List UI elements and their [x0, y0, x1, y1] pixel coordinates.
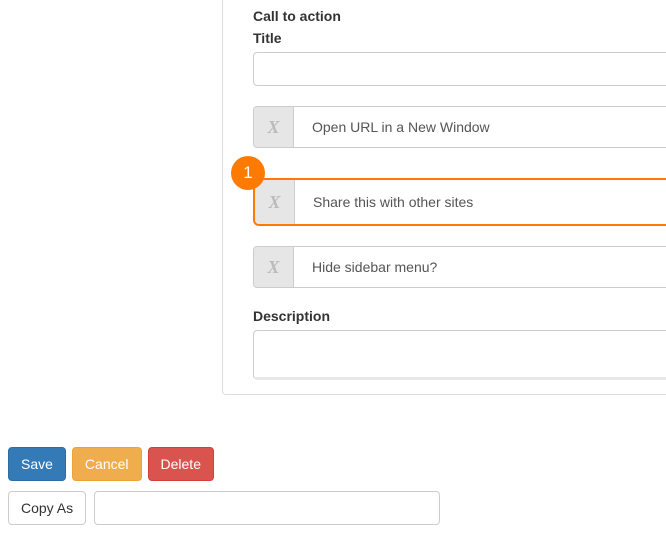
- copy-as-input[interactable]: [94, 491, 440, 525]
- copy-as-row: Copy As: [8, 491, 440, 525]
- form-panel: Call to action Title X Open URL in a New…: [222, 0, 666, 395]
- highlighted-option-wrap: 1 X Share this with other sites: [253, 178, 666, 226]
- field-label-title: Title: [253, 30, 666, 46]
- footer-actions: Save Cancel Delete Copy As: [8, 447, 440, 525]
- cancel-button[interactable]: Cancel: [72, 447, 142, 481]
- save-button[interactable]: Save: [8, 447, 66, 481]
- option-hide-sidebar-label: Hide sidebar menu?: [294, 247, 666, 287]
- copy-as-button[interactable]: Copy As: [8, 491, 86, 525]
- checkbox-icon[interactable]: X: [254, 247, 294, 287]
- checkbox-icon[interactable]: X: [255, 180, 295, 224]
- form-panel-inner: Call to action Title X Open URL in a New…: [223, 0, 666, 380]
- title-input[interactable]: [253, 52, 666, 86]
- description-textarea[interactable]: [253, 330, 666, 380]
- annotation-marker-1: 1: [231, 156, 265, 190]
- button-row: Save Cancel Delete: [8, 447, 440, 481]
- checkbox-icon[interactable]: X: [254, 107, 294, 147]
- option-open-url[interactable]: X Open URL in a New Window: [253, 106, 666, 148]
- option-share-sites-label: Share this with other sites: [295, 180, 666, 224]
- delete-button[interactable]: Delete: [148, 447, 214, 481]
- option-open-url-label: Open URL in a New Window: [294, 107, 666, 147]
- option-share-sites[interactable]: X Share this with other sites: [253, 178, 666, 226]
- section-label-call-to-action: Call to action: [253, 8, 666, 24]
- field-label-description: Description: [253, 308, 666, 324]
- option-hide-sidebar[interactable]: X Hide sidebar menu?: [253, 246, 666, 288]
